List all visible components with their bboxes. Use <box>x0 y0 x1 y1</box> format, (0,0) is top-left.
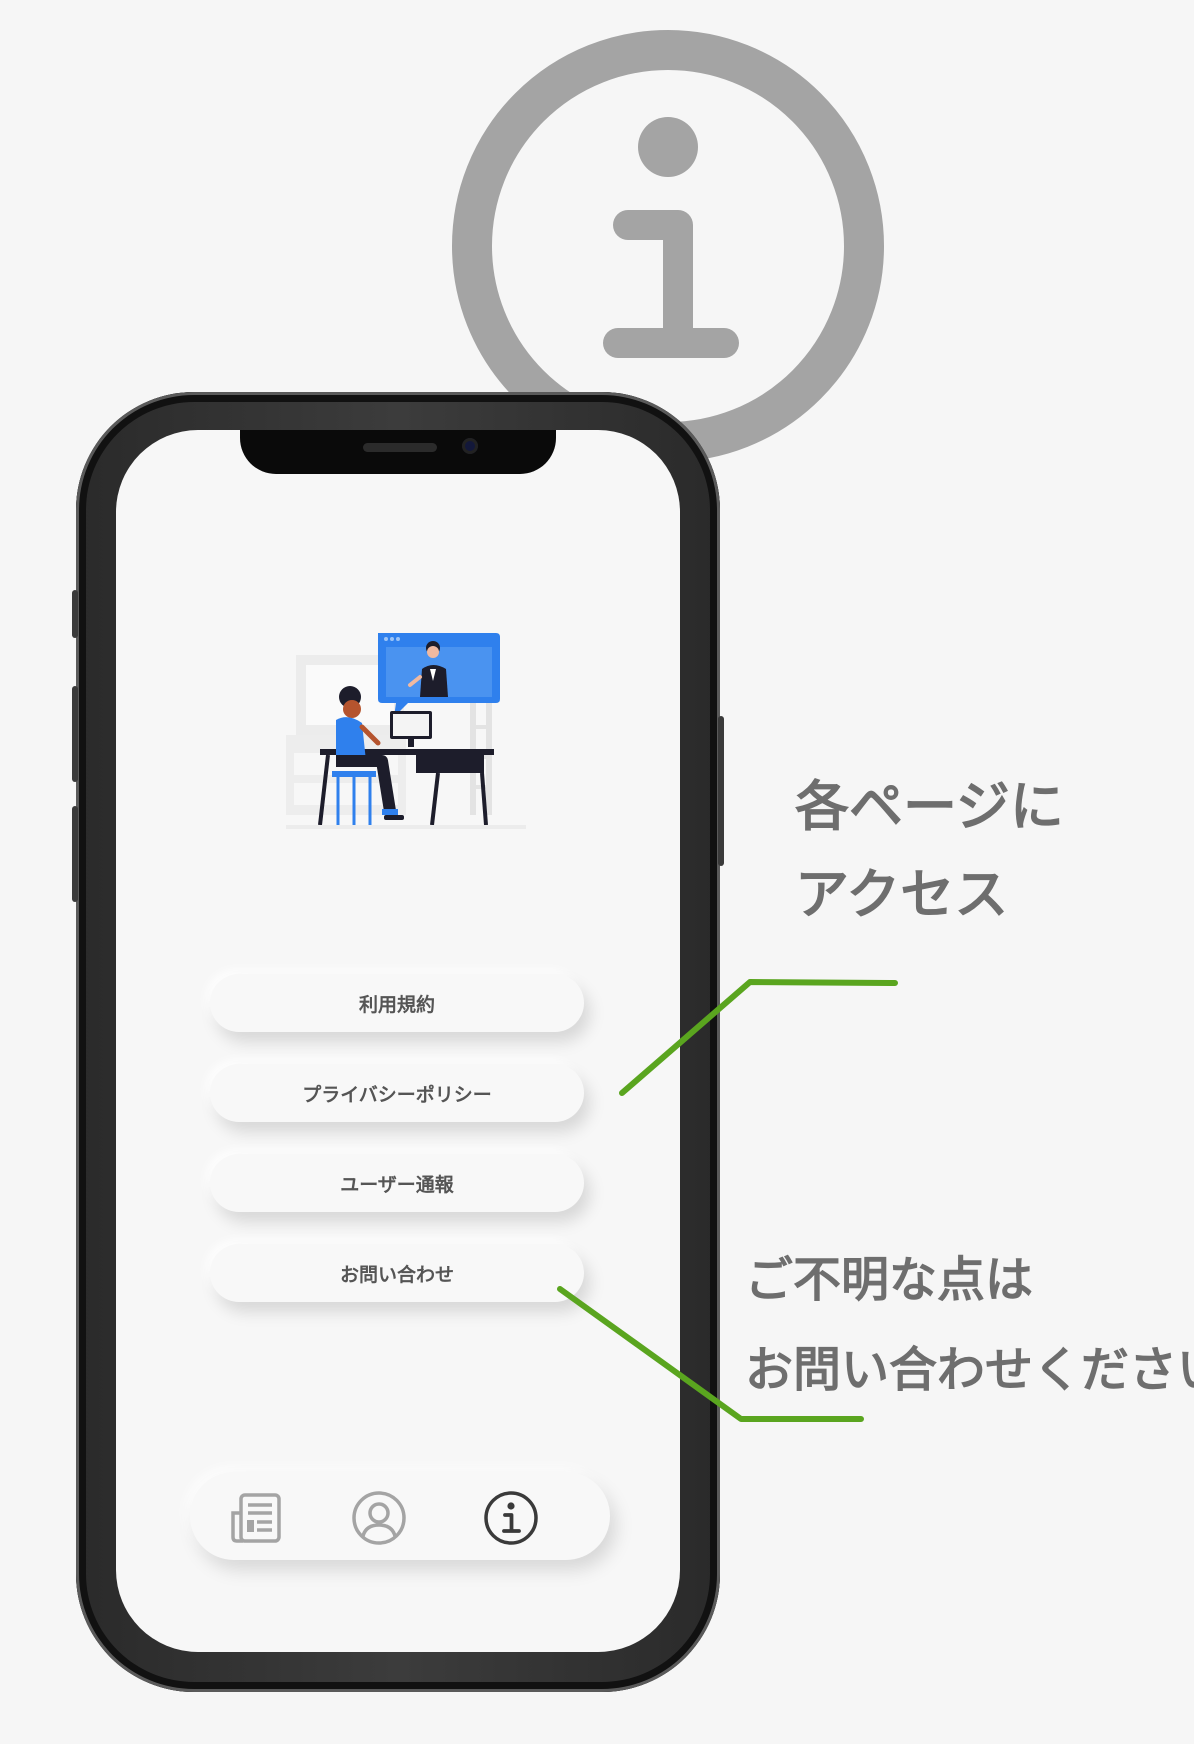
menu-list: 利用規約 プライバシーポリシー ユーザー通報 お問い合わせ <box>210 974 584 1334</box>
power-button <box>718 716 724 866</box>
mute-switch <box>72 590 78 638</box>
volume-down-button <box>72 806 78 902</box>
contact-callout-line1: ご不明な点は <box>745 1252 1034 1308</box>
access-callout-line1: 各ページに <box>795 775 1064 838</box>
phone-screen: 利用規約 プライバシーポリシー ユーザー通報 お問い合わせ <box>116 430 680 1652</box>
access-callout: 各ページに アクセス <box>795 780 1064 922</box>
profile-icon <box>352 1491 406 1545</box>
notch <box>240 430 556 474</box>
terms-button[interactable]: 利用規約 <box>210 974 584 1032</box>
contact-callout-line2: お問い合わせください <box>745 1342 1194 1398</box>
access-callout-line2: アクセス <box>795 863 1009 926</box>
info-icon <box>484 1491 538 1545</box>
volume-up-button <box>72 686 78 782</box>
tab-profile[interactable] <box>350 1489 408 1547</box>
speaker-grille <box>363 443 437 452</box>
front-camera <box>462 438 478 454</box>
privacy-policy-button[interactable]: プライバシーポリシー <box>210 1064 584 1122</box>
tab-news[interactable] <box>227 1489 285 1547</box>
user-report-button[interactable]: ユーザー通報 <box>210 1154 584 1212</box>
contact-button[interactable]: お問い合わせ <box>210 1244 584 1302</box>
contact-callout: ご不明な点は お問い合わせください <box>745 1256 1194 1394</box>
newspaper-icon <box>231 1493 281 1543</box>
video-call-illustration <box>286 633 526 829</box>
bottom-tab-bar <box>190 1472 610 1560</box>
tab-info[interactable] <box>482 1489 540 1547</box>
